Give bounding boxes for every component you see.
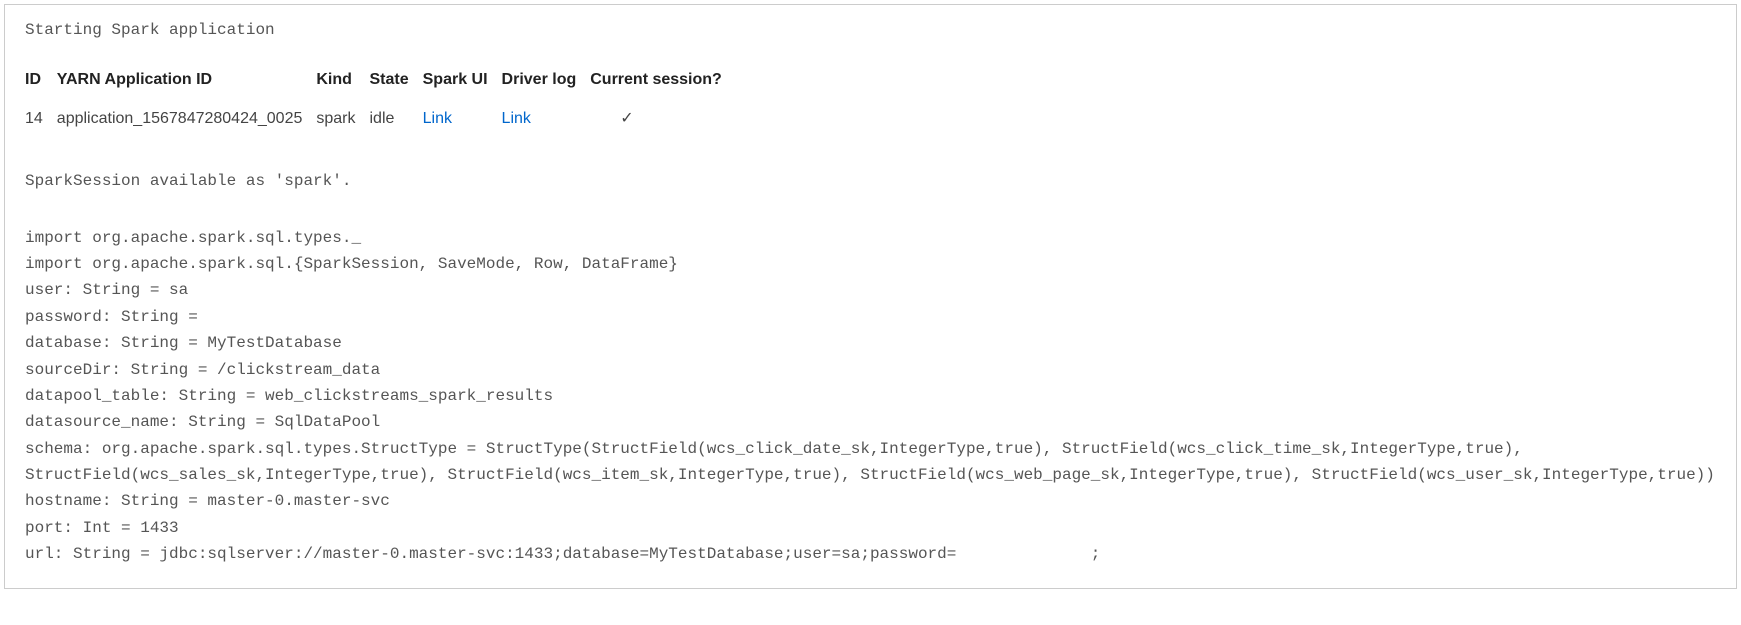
code-output-block: import org.apache.spark.sql.types._ impo… xyxy=(25,225,1716,568)
cell-current-session: ✓ xyxy=(590,100,736,138)
session-available-text: SparkSession available as 'spark'. xyxy=(25,168,1716,194)
spark-ui-link[interactable]: Link xyxy=(423,110,452,127)
cell-spark-ui: Link xyxy=(423,100,502,138)
driver-log-link[interactable]: Link xyxy=(502,110,531,127)
notebook-output-cell: Starting Spark application ID YARN Appli… xyxy=(4,4,1737,589)
cell-id: 14 xyxy=(25,100,57,138)
col-driver-log: Driver log xyxy=(502,61,591,99)
col-yarn-app-id: YARN Application ID xyxy=(57,61,317,99)
spark-application-table: ID YARN Application ID Kind State Spark … xyxy=(25,61,736,138)
cell-state: idle xyxy=(370,100,423,138)
col-state: State xyxy=(370,61,423,99)
col-kind: Kind xyxy=(316,61,369,99)
table-row: 14 application_1567847280424_0025 spark … xyxy=(25,100,736,138)
cell-yarn-app-id: application_1567847280424_0025 xyxy=(57,100,317,138)
cell-kind: spark xyxy=(316,100,369,138)
table-header-row: ID YARN Application ID Kind State Spark … xyxy=(25,61,736,99)
cell-driver-log: Link xyxy=(502,100,591,138)
col-current-session: Current session? xyxy=(590,61,736,99)
col-spark-ui: Spark UI xyxy=(423,61,502,99)
col-id: ID xyxy=(25,61,57,99)
starting-status: Starting Spark application xyxy=(25,17,1716,43)
